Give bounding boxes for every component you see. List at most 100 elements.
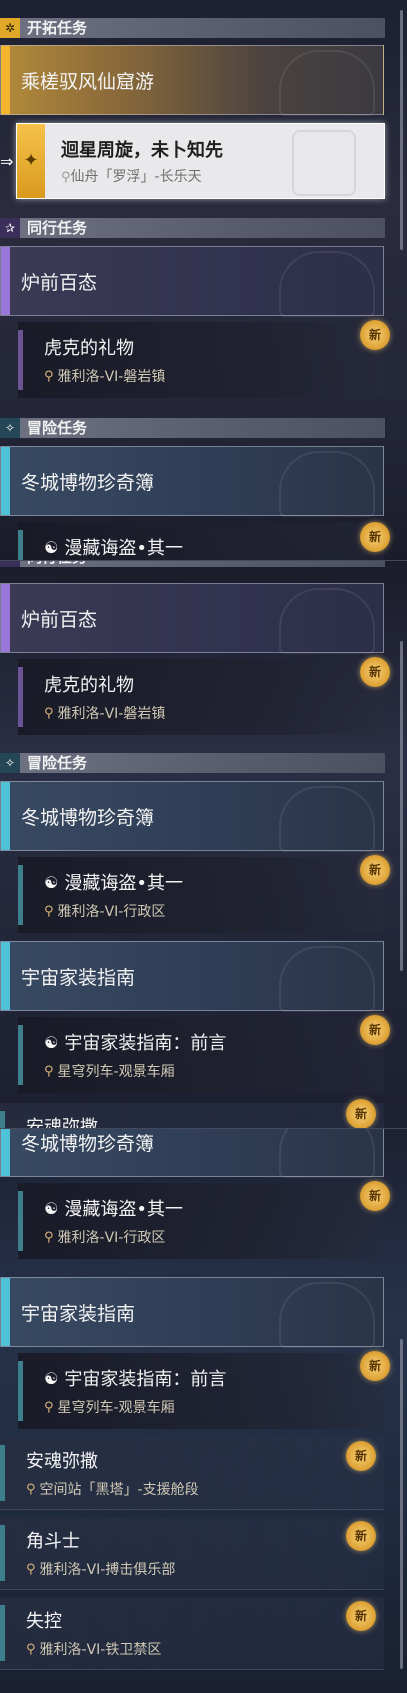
accent-bar — [18, 330, 23, 390]
quest-group-card[interactable]: 炉前百态 — [0, 246, 384, 317]
quest-group-card[interactable]: 乘槎驭风仙窟游 — [0, 45, 384, 116]
scrollbar[interactable] — [400, 641, 403, 971]
quest-item[interactable]: ☯ 漫藏诲盗•其一 ⚲ 雅利洛-VI-行政区 新 — [18, 1181, 390, 1259]
quest-location: ⚲ 空间站「黑塔」-支援舱段 — [26, 1479, 199, 1499]
new-badge: 新 — [360, 1015, 390, 1045]
accent-bar — [18, 865, 23, 925]
quest-item[interactable]: 安魂弥撒 新 — [0, 1099, 384, 1129]
quest-group-card[interactable]: 冬城博物珍奇簿 — [0, 446, 384, 517]
quest-item[interactable]: ☯ 宇宙家装指南：前言 ⚲ 星穹列车-观景车厢 新 — [18, 1351, 390, 1429]
quest-title: 安魂弥撒 — [26, 1117, 98, 1129]
watermark-icon — [292, 130, 356, 196]
category-label: 同行任务 — [27, 219, 88, 237]
map-pin-icon: ⚲ — [44, 1399, 54, 1415]
quest-item[interactable]: 虎克的礼物 ⚲ 雅利洛-VI-磐岩镇 新 — [18, 657, 390, 735]
quest-list-panel-1: ✲ 开拓任务 乘槎驭风仙窟游 ⇒ ✦ 迴星周旋，未卜知先 ⚲仙舟「罗浮」-长乐天… — [0, 0, 407, 560]
selected-quest-item[interactable]: ✦ 迴星周旋，未卜知先 ⚲仙舟「罗浮」-长乐天 — [16, 123, 385, 199]
location-text: 星穹列车-观景车厢 — [57, 1400, 175, 1416]
quest-title-text: 宇宙家装指南：前言 — [64, 1369, 227, 1390]
emblem-icon — [279, 451, 375, 517]
quest-item[interactable]: 虎克的礼物 ⚲ 雅利洛-VI-磐岩镇 新 — [18, 320, 390, 398]
accent-bar — [1, 942, 10, 1010]
quest-group-title: 乘槎驭风仙窟游 — [21, 70, 155, 93]
quest-location: ⚲ 雅利洛-VI-搏击俱乐部 — [26, 1559, 175, 1579]
quest-title: ☯ 宇宙家装指南：前言 — [44, 1365, 226, 1391]
star-icon: ✰ — [0, 218, 20, 238]
new-badge: 新 — [360, 1181, 390, 1211]
trailblaze-badge-icon: ✦ — [17, 124, 45, 198]
star-burst-icon: ✲ — [0, 18, 20, 38]
category-header-companion[interactable]: ✰ 同行任务 — [0, 218, 385, 238]
location-text: 雅利洛-VI-搏击俱乐部 — [39, 1562, 176, 1578]
quest-scroll-icon: ☯ — [44, 1198, 59, 1218]
scrollbar[interactable] — [400, 10, 403, 250]
quest-list-panel-2: ✰ 同行任务 炉前百态 虎克的礼物 ⚲雅利洛-VI-磐岩镇 新 ✧ 冒险任务 冬… — [0, 560, 407, 1129]
quest-item[interactable]: 角斗士 ⚲ 雅利洛-VI-搏击俱乐部 新 — [0, 1517, 384, 1590]
quest-title: ☯ 宇宙家装指南：前言 — [44, 1029, 226, 1055]
map-pin-icon: ⚲ — [44, 903, 54, 919]
quest-title-text: 漫藏诲盗•其一 — [64, 1199, 183, 1220]
quest-group-card[interactable]: 宇宙家装指南 — [0, 1277, 384, 1348]
quest-group-card[interactable]: 冬城博物珍奇簿 — [0, 781, 384, 852]
quest-location: ⚲ 雅利洛-VI-磐岩镇 — [44, 366, 165, 386]
location-text: 雅利洛-VI-磐岩镇 — [57, 369, 166, 385]
emblem-icon — [279, 50, 375, 116]
new-badge: 新 — [360, 855, 390, 885]
quest-scroll-icon: ☯ — [44, 872, 59, 892]
map-pin-icon: ⚲ — [26, 1561, 36, 1577]
quest-group-title: 宇宙家装指南 — [21, 1302, 136, 1325]
category-header-adventure[interactable]: ✧ 冒险任务 — [0, 418, 385, 438]
accent-bar — [1, 46, 10, 114]
quest-item[interactable]: ☯ 漫藏诲盗•其一 新 — [18, 522, 390, 560]
emblem-icon — [279, 588, 375, 654]
new-badge: 新 — [360, 522, 390, 552]
category-label: 开拓任务 — [27, 19, 88, 37]
location-text: 雅利洛-VI-磐岩镇 — [57, 706, 166, 722]
accent-bar — [18, 1361, 23, 1421]
map-pin-icon: ⚲ — [26, 1481, 36, 1497]
quest-title-text: 宇宙家装指南：前言 — [64, 1033, 227, 1054]
quest-item[interactable]: 失控 ⚲ 雅利洛-VI-铁卫禁区 新 — [0, 1597, 384, 1670]
quest-group-title: 冬城博物珍奇簿 — [21, 471, 155, 494]
scrollbar[interactable] — [400, 1339, 403, 1669]
quest-location: ⚲ 雅利洛-VI-铁卫禁区 — [26, 1639, 161, 1659]
location-text: 雅利洛-VI-行政区 — [57, 904, 166, 920]
location-text: 雅利洛-VI-行政区 — [57, 1230, 166, 1246]
quest-group-card[interactable]: 炉前百态 — [0, 583, 384, 654]
accent-bar — [1, 1278, 10, 1346]
accent-bar — [1, 447, 10, 515]
quest-title: 失控 — [26, 1611, 62, 1632]
arrow-right-icon: ⇒ — [0, 152, 14, 171]
quest-location: ⚲仙舟「罗浮」-长乐天 — [61, 166, 202, 186]
location-text: 空间站「黑塔」-支援舱段 — [39, 1482, 199, 1498]
emblem-icon — [279, 1129, 375, 1178]
quest-item[interactable]: 安魂弥撒 ⚲ 空间站「黑塔」-支援舱段 新 — [0, 1437, 384, 1510]
category-header-companion[interactable]: ✰ 同行任务 — [0, 561, 385, 567]
quest-title: 虎克的礼物 — [44, 338, 134, 359]
star-icon: ✰ — [0, 561, 20, 567]
accent-bar — [1, 247, 10, 315]
quest-location: ⚲ 星穹列车-观景车厢 — [44, 1061, 175, 1081]
quest-item[interactable]: ☯ 宇宙家装指南：前言 ⚲ 星穹列车-观景车厢 新 — [18, 1015, 390, 1093]
new-badge: 新 — [360, 1351, 390, 1381]
quest-group-title: 冬城博物珍奇簿 — [21, 1132, 155, 1155]
quest-group-title: 宇宙家装指南 — [21, 966, 136, 989]
accent-bar — [18, 667, 23, 727]
quest-title: 角斗士 — [26, 1531, 80, 1552]
quest-list-panel-3: 冬城博物珍奇簿 ☯ 漫藏诲盗•其一 ⚲ 雅利洛-VI-行政区 新 宇宙家装指南 ☯ 宇… — [0, 1128, 407, 1693]
quest-group-card[interactable]: 宇宙家装指南 — [0, 941, 384, 1012]
quest-title: 虎克的礼物 — [44, 675, 134, 696]
category-header-adventure[interactable]: ✧ 冒险任务 — [0, 753, 385, 773]
map-pin-icon: ⚲ — [61, 170, 71, 185]
category-label: 冒险任务 — [27, 754, 88, 772]
emblem-icon — [279, 1282, 375, 1348]
accent-bar — [18, 1191, 23, 1251]
quest-item[interactable]: ☯ 漫藏诲盗•其一 ⚲ 雅利洛-VI-行政区 新 — [18, 855, 390, 933]
category-header-trailblaze[interactable]: ✲ 开拓任务 — [0, 18, 385, 38]
map-pin-icon: ⚲ — [26, 1641, 36, 1657]
accent-bar — [1, 782, 10, 850]
emblem-icon — [279, 251, 375, 317]
quest-group-card[interactable]: 冬城博物珍奇簿 — [0, 1129, 384, 1178]
quest-group-title: 冬城博物珍奇簿 — [21, 806, 155, 829]
accent-bar — [1, 584, 10, 652]
